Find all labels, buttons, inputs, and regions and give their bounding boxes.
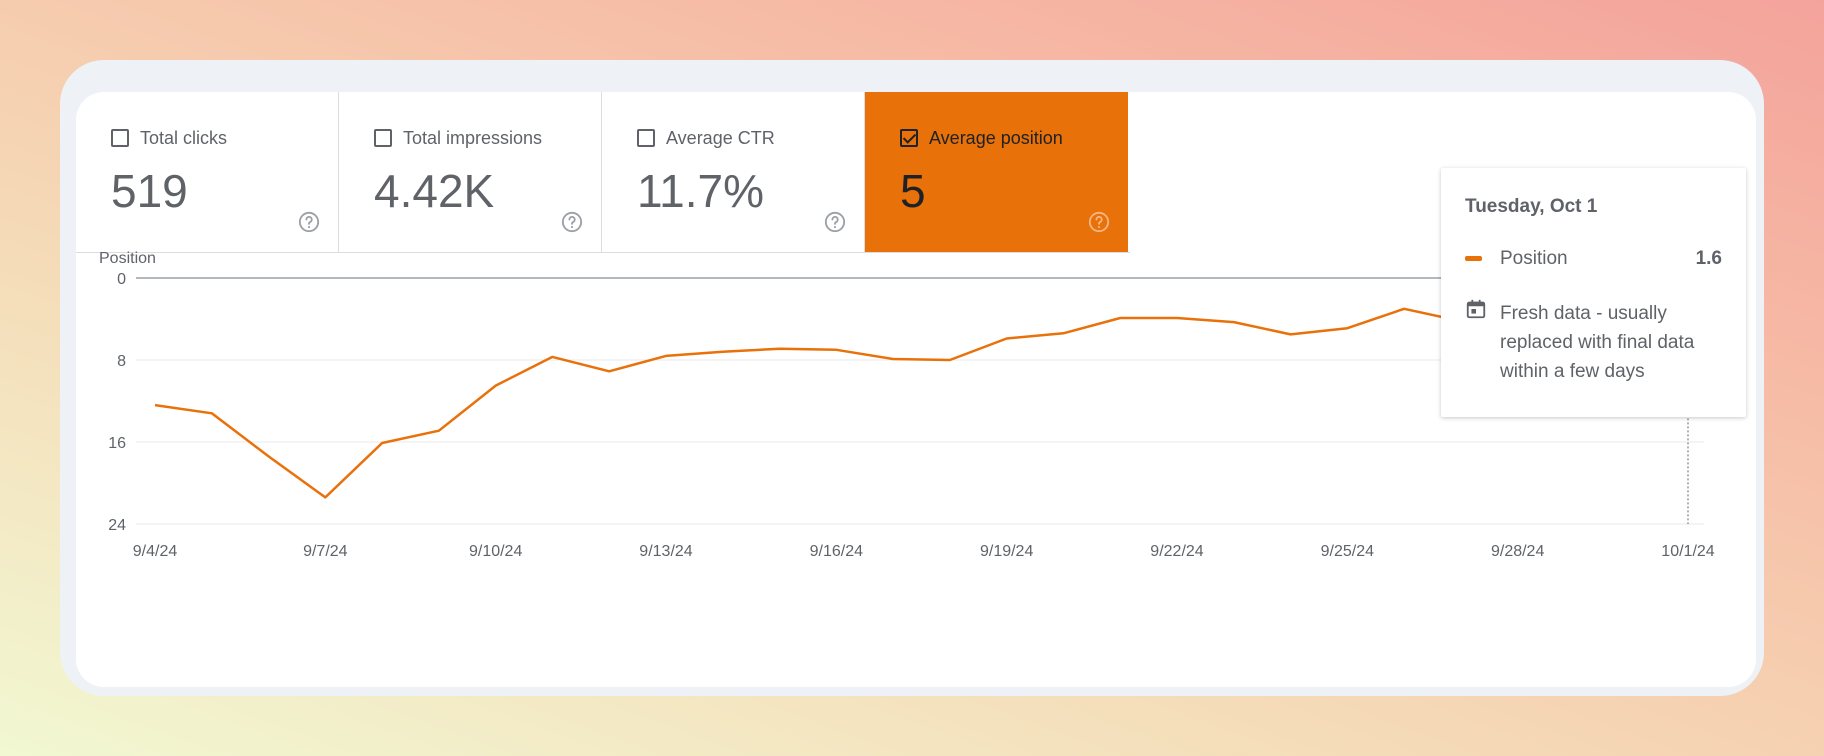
x-tick-label: 9/25/24	[1321, 543, 1374, 560]
x-tick-label: 9/19/24	[980, 543, 1033, 560]
x-tick-label: 9/7/24	[303, 543, 348, 560]
y-tick-label: 24	[108, 517, 126, 534]
x-tick-label: 10/1/24	[1661, 543, 1714, 560]
x-tick-label: 9/22/24	[1150, 543, 1203, 560]
calendar-icon	[1466, 299, 1486, 319]
tooltip-date: Tuesday, Oct 1	[1465, 196, 1598, 217]
tooltip-note: Fresh data - usually replaced with final…	[1500, 303, 1695, 382]
y-tick-label: 8	[117, 353, 126, 370]
x-tick-label: 9/13/24	[639, 543, 692, 560]
x-tick-label: 9/28/24	[1491, 543, 1544, 560]
y-tick-label: 16	[108, 435, 126, 452]
y-tick-label: 0	[117, 271, 126, 288]
performance-card: Total clicks 519 Total impressions 4.42K…	[76, 92, 1756, 687]
x-tick-label: 9/4/24	[133, 543, 178, 560]
series-swatch	[1465, 256, 1482, 261]
tooltip-series-value: 1.6	[1695, 248, 1722, 269]
x-tick-label: 9/16/24	[810, 543, 863, 560]
x-tick-label: 9/10/24	[469, 543, 522, 560]
tooltip-series-name: Position	[1500, 248, 1568, 269]
y-axis-title: Position	[99, 250, 156, 267]
chart-tooltip: Tuesday, Oct 1 Position 1.6 Fresh data -…	[1441, 168, 1746, 417]
